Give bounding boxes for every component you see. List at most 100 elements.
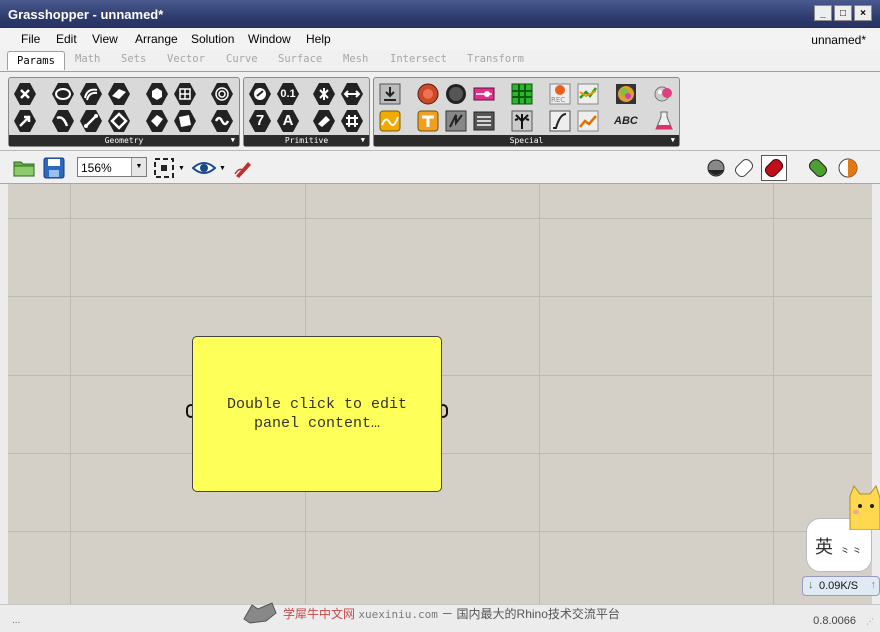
interval-param-icon[interactable]	[340, 82, 364, 106]
sketch-pen-icon[interactable]	[232, 156, 256, 180]
shader-param-icon[interactable]	[312, 109, 336, 133]
group-geometry-label[interactable]: Geometry ▼	[9, 135, 239, 146]
menu-view[interactable]: View	[92, 32, 118, 46]
gradient-icon[interactable]	[444, 109, 468, 133]
resize-grip-icon[interactable]: ⋰	[866, 617, 874, 626]
number-param-icon[interactable]: 0.1	[276, 82, 300, 106]
panel-text-line1: Double click to edit	[226, 396, 408, 413]
component-tabs: Params Math Sets Vector Curve Surface Me…	[0, 50, 880, 72]
group-geometry: Geometry ▼	[8, 77, 240, 147]
save-file-icon[interactable]	[42, 156, 66, 180]
colour-swatch-icon[interactable]	[510, 82, 534, 106]
minimize-button[interactable]: _	[814, 5, 832, 21]
plane-param-icon[interactable]	[107, 82, 131, 106]
menu-arrange[interactable]: Arrange	[135, 32, 178, 46]
tab-transform[interactable]: Transform	[467, 53, 524, 65]
tab-surface[interactable]: Surface	[278, 53, 322, 65]
chevron-down-icon[interactable]: ▼	[178, 165, 185, 172]
group-special: REC ABC Special ▼	[373, 77, 680, 147]
quick-graph-icon[interactable]	[576, 109, 600, 133]
menu-window[interactable]: Window	[248, 32, 291, 46]
panel-component-icon[interactable]	[416, 109, 440, 133]
flask-icon[interactable]	[652, 109, 676, 133]
close-button[interactable]: ×	[854, 5, 872, 21]
curve-param-icon[interactable]	[79, 82, 103, 106]
boolean-param-icon[interactable]	[248, 82, 272, 106]
text-tag-icon[interactable]: ABC	[614, 109, 638, 133]
field-param-icon[interactable]	[210, 82, 234, 106]
point-param-icon[interactable]	[13, 82, 37, 106]
boolean-toggle-icon[interactable]	[416, 82, 440, 106]
gradient-sphere-icon[interactable]	[652, 82, 676, 106]
arc-param-icon[interactable]	[51, 109, 75, 133]
document-name: unnamed*	[811, 33, 866, 47]
data-input-icon[interactable]	[378, 82, 402, 106]
data-recorder-icon[interactable]: REC	[548, 82, 572, 106]
grid-line	[70, 184, 71, 604]
vector-param-icon[interactable]	[13, 109, 37, 133]
expand-icon: ▼	[360, 136, 365, 144]
canvas[interactable]: Double click to edit panel content…	[8, 184, 872, 604]
button-component-icon[interactable]	[444, 82, 468, 106]
chevron-down-icon[interactable]: ▼	[219, 165, 226, 172]
eye-icon[interactable]	[192, 156, 216, 180]
status-bar: ... 学犀牛中文网 xuexiniu.com － 国内最大的Rhino技术交流…	[0, 602, 880, 632]
domain-param-icon[interactable]	[340, 109, 364, 133]
download-arrow-icon: ↓	[808, 579, 814, 591]
menu-help[interactable]: Help	[306, 32, 331, 46]
preview-selected-icon[interactable]	[761, 155, 787, 181]
colour-wheel-icon[interactable]	[614, 82, 638, 106]
menu-edit[interactable]: Edit	[56, 32, 77, 46]
param-viewer-icon[interactable]	[510, 109, 534, 133]
preview-mesh-icon[interactable]	[806, 156, 830, 180]
watermark-separator: －	[441, 607, 454, 621]
component-ribbon: Geometry ▼ 7 0.1 A Primitive ▼ REC ABC S…	[0, 71, 880, 150]
canvas-right-border	[872, 184, 880, 604]
value-list-icon[interactable]	[472, 109, 496, 133]
preview-shaded-icon[interactable]	[732, 156, 756, 180]
box-param-icon[interactable]	[145, 82, 169, 106]
tab-math[interactable]: Math	[75, 53, 100, 65]
tab-mesh[interactable]: Mesh	[343, 53, 368, 65]
network-speed-widget[interactable]: ↓ 0.09K/S ↑	[802, 576, 880, 596]
scribble-icon[interactable]	[576, 82, 600, 106]
brep-param-icon[interactable]	[173, 82, 197, 106]
panel-component[interactable]: Double click to edit panel content…	[192, 336, 442, 492]
surface-param-icon[interactable]	[145, 109, 169, 133]
menu-file[interactable]: File	[21, 32, 40, 46]
open-file-icon[interactable]	[12, 156, 36, 180]
recorder-label: REC	[551, 96, 566, 104]
mesh-param-icon[interactable]	[173, 109, 197, 133]
bezier-graph-icon[interactable]	[548, 109, 572, 133]
menu-solution[interactable]: Solution	[191, 32, 234, 46]
zoom-select[interactable]: 156% ▼	[77, 157, 147, 177]
watermark-cn: 学犀牛中文网	[283, 607, 356, 621]
grid-line	[8, 531, 872, 532]
text-param-icon[interactable]: A	[276, 109, 300, 133]
colour-param-icon[interactable]	[312, 82, 336, 106]
maximize-button[interactable]: □	[834, 5, 852, 21]
integer-param-icon[interactable]: 7	[248, 109, 272, 133]
tab-sets[interactable]: Sets	[121, 53, 146, 65]
zoom-extents-icon[interactable]	[152, 156, 176, 180]
tab-vector[interactable]: Vector	[167, 53, 205, 65]
panel-content[interactable]: Double click to edit panel content…	[193, 395, 441, 433]
chevron-down-icon[interactable]: ▼	[131, 158, 146, 176]
expand-icon: ▼	[230, 136, 235, 144]
preview-color-icon[interactable]	[836, 156, 860, 180]
line-param-icon[interactable]	[79, 109, 103, 133]
tab-intersect[interactable]: Intersect	[390, 53, 447, 65]
tab-curve[interactable]: Curve	[226, 53, 258, 65]
version-label: 0.8.0066	[813, 615, 856, 627]
window-titlebar: Grasshopper - unnamed* _ □ ×	[0, 0, 880, 28]
group-special-label[interactable]: Special ▼	[374, 135, 679, 146]
graph-mapper-icon[interactable]	[378, 109, 402, 133]
tab-params[interactable]: Params	[7, 51, 65, 70]
group-geometry-title: Geometry	[104, 136, 144, 145]
circle-param-icon[interactable]	[51, 82, 75, 106]
rectangle-param-icon[interactable]	[107, 109, 131, 133]
group-primitive-label[interactable]: Primitive ▼	[244, 135, 369, 146]
geometry-param-icon[interactable]	[210, 109, 234, 133]
number-slider-icon[interactable]	[472, 82, 496, 106]
preview-wireframe-icon[interactable]	[704, 156, 728, 180]
